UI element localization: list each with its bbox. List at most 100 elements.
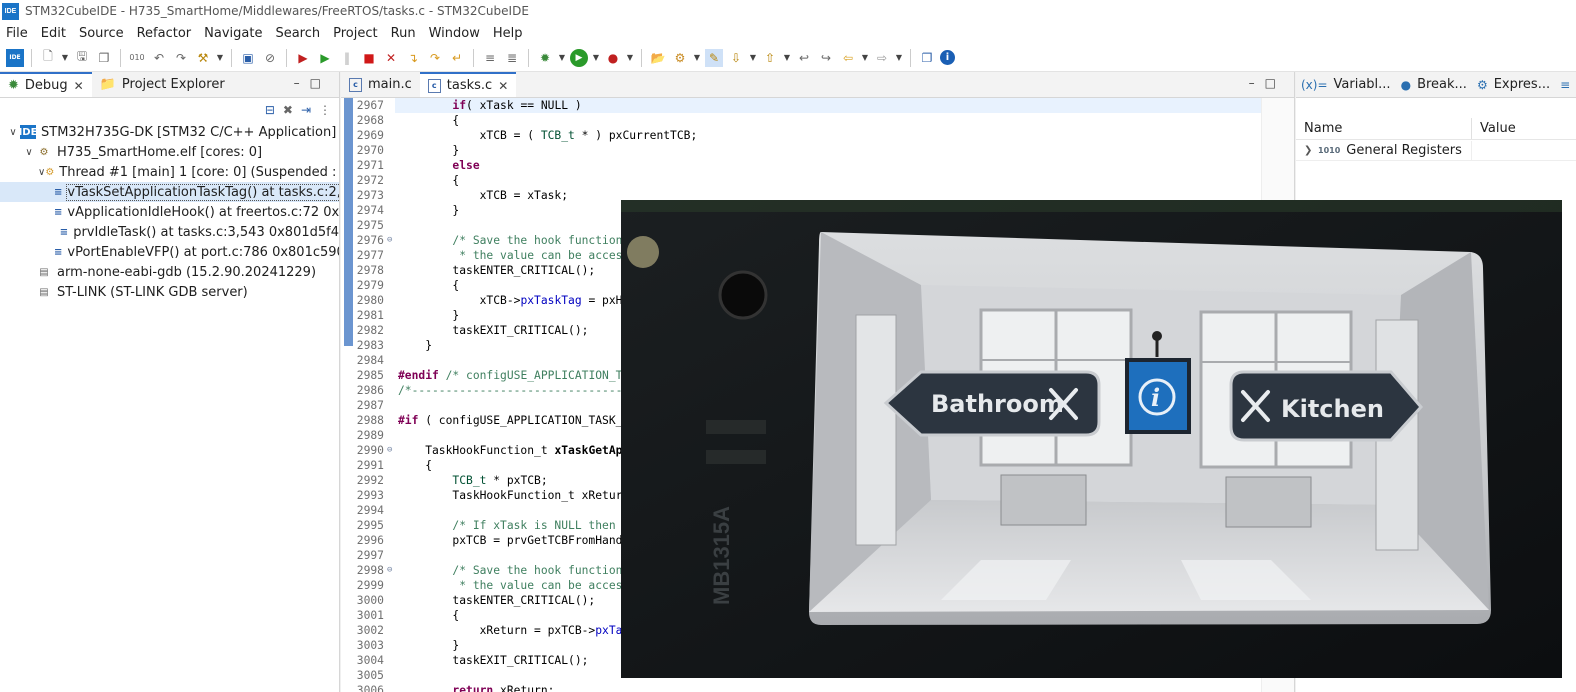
open-perspective-icon[interactable]: ❐	[918, 49, 936, 67]
step-filters-icon[interactable]: ≣	[503, 49, 521, 67]
tree-item[interactable]: ∨ IDE STM32H735G-DK [STM32 C/C++ Applicati…	[0, 122, 339, 142]
code-line[interactable]: 3006 return xReturn;	[341, 683, 1262, 692]
menu-source[interactable]: Source	[79, 26, 124, 41]
menu-bar: File Edit Source Refactor Navigate Search Proj…	[0, 22, 1576, 44]
debug-icon[interactable]: ✹	[536, 49, 554, 67]
tab-tasks-c[interactable]: c tasks.c ✕	[419, 72, 517, 97]
tab-main-c[interactable]: c main.c	[341, 72, 420, 97]
code-line[interactable]: 2970 }	[341, 143, 1262, 158]
terminate-icon[interactable]: ■	[360, 49, 378, 67]
disconnect-icon[interactable]: ✕	[382, 49, 400, 67]
dropdown-arrow-icon[interactable]: ▼	[592, 49, 600, 67]
chevron-right-icon[interactable]: ❯	[1304, 145, 1318, 156]
dropdown-arrow-icon[interactable]: ▼	[749, 49, 757, 67]
step-over-icon[interactable]: ↷	[426, 49, 444, 67]
fold-icon[interactable]: ⊖	[387, 443, 395, 458]
menu-search[interactable]: Search	[275, 26, 320, 41]
collapse-all-icon[interactable]: ⊟	[265, 103, 275, 117]
next-annotation-icon[interactable]: ⇩	[727, 49, 745, 67]
remove-terminated-icon[interactable]: ✖	[283, 103, 293, 117]
forward-edit-icon[interactable]: ↪	[817, 49, 835, 67]
dropdown-arrow-icon[interactable]: ▼	[61, 49, 69, 67]
close-icon[interactable]: ✕	[498, 79, 508, 93]
tab-breakpoints[interactable]: ● Break...	[1396, 72, 1472, 97]
tree-item[interactable]: ∨ ⚙ Thread #1 [main] 1 [core: 0] (Suspende…	[0, 162, 339, 182]
external-tools-icon[interactable]: ●	[604, 49, 622, 67]
ide-icon[interactable]: IDE	[6, 48, 24, 67]
close-icon[interactable]: ✕	[74, 79, 84, 93]
tab-disassembly[interactable]: ≡ Di	[1555, 72, 1576, 97]
info-icon[interactable]: i	[940, 50, 955, 65]
new-icon[interactable]: 🗋	[39, 49, 57, 67]
save-all-icon[interactable]: ❐	[95, 49, 113, 67]
tab-expressions[interactable]: ⚙ Expres...	[1472, 72, 1555, 97]
stack-frame-icon: ≡	[59, 226, 69, 238]
line-number: 2986	[356, 384, 384, 397]
disassembly-icon: ≡	[1560, 77, 1571, 92]
save-icon[interactable]: 🖫	[73, 49, 91, 67]
instruction-step-icon[interactable]: ≡	[481, 49, 499, 67]
skip-breakpoints-icon[interactable]: ⊘	[261, 49, 279, 67]
fold-icon[interactable]: ⊖	[387, 563, 395, 578]
step-mode-icon[interactable]: ⇥	[301, 103, 311, 117]
menu-project[interactable]: Project	[333, 26, 377, 41]
chevron-down-icon[interactable]: ∨	[38, 167, 45, 178]
tab-variables[interactable]: (x)= Variabl...	[1296, 72, 1396, 97]
table-row[interactable]: ❯ 1010 General Registers	[1296, 141, 1576, 161]
suspend-icon[interactable]: ‖	[338, 49, 356, 67]
code-line[interactable]: 2968 {	[341, 113, 1262, 128]
menu-navigate[interactable]: Navigate	[204, 26, 262, 41]
code-line[interactable]: 2969 xTCB = ( TCB_t * ) pxCurrentTCB;	[341, 128, 1262, 143]
menu-run[interactable]: Run	[391, 26, 416, 41]
tree-item[interactable]: ≡ prvIdleTask() at tasks.c:3,543 0x801d5f…	[0, 222, 339, 242]
code-line[interactable]: 2971 else	[341, 158, 1262, 173]
menu-window[interactable]: Window	[429, 26, 480, 41]
binary-icon[interactable]: 010	[128, 49, 146, 67]
dropdown-arrow-icon[interactable]: ▼	[626, 49, 634, 67]
dropdown-arrow-icon[interactable]: ▼	[693, 49, 701, 67]
undo-icon[interactable]: ↶	[150, 49, 168, 67]
dropdown-arrow-icon[interactable]: ▼	[783, 49, 791, 67]
step-return-icon[interactable]: ↵	[448, 49, 466, 67]
code-line[interactable]: 2967 if( xTask == NULL )	[341, 98, 1262, 113]
tree-item[interactable]: ≡ vApplicationIdleHook() at freertos.c:72…	[0, 202, 339, 222]
back-icon[interactable]: ⇦	[839, 49, 857, 67]
tree-item[interactable]: ▤ ST-LINK (ST-LINK GDB server)	[0, 282, 339, 302]
redo-icon[interactable]: ↷	[172, 49, 190, 67]
menu-edit[interactable]: Edit	[41, 26, 66, 41]
last-edit-icon[interactable]: ↩	[795, 49, 813, 67]
c-file-icon: c	[427, 78, 441, 93]
dropdown-arrow-icon[interactable]: ▼	[558, 49, 566, 67]
resume-icon[interactable]: ▶	[316, 49, 334, 67]
column-value[interactable]: Value	[1472, 118, 1576, 139]
menu-refactor[interactable]: Refactor	[137, 26, 192, 41]
view-minmax-controls[interactable]: –□	[294, 76, 331, 90]
open-type-icon[interactable]: 📂	[649, 49, 667, 67]
dropdown-arrow-icon[interactable]: ▼	[895, 49, 903, 67]
step-into-icon[interactable]: ↴	[404, 49, 422, 67]
tree-item[interactable]: ▤ arm-none-eabi-gdb (15.2.90.20241229)	[0, 262, 339, 282]
toggle-mark-icon[interactable]: ✎	[705, 48, 723, 67]
tree-item[interactable]: ∨ ⚙ H735_SmartHome.elf [cores: 0]	[0, 142, 339, 162]
tree-item[interactable]: ≡ vPortEnableVFP() at port.c:786 0x801c59…	[0, 242, 339, 262]
fold-icon[interactable]: ⊖	[387, 233, 395, 248]
build-icon[interactable]: ⚒	[194, 49, 212, 67]
editor-minmax-controls[interactable]: –□	[1249, 76, 1286, 90]
tab-project-explorer[interactable]: 📁 Project Explorer	[92, 72, 233, 97]
dropdown-arrow-icon[interactable]: ▼	[216, 49, 224, 67]
terminal-icon[interactable]: ▣	[239, 49, 257, 67]
chevron-down-icon[interactable]: ∨	[22, 147, 36, 158]
view-menu-icon[interactable]: ⋮	[319, 103, 331, 117]
menu-file[interactable]: File	[6, 26, 28, 41]
run-icon[interactable]: ▶	[570, 48, 588, 67]
code-line[interactable]: 2972 {	[341, 173, 1262, 188]
search-icon[interactable]: ⚙	[671, 49, 689, 67]
relaunch-icon[interactable]: ▶	[294, 49, 312, 67]
tab-debug[interactable]: ✹ Debug ✕	[0, 72, 92, 97]
dropdown-arrow-icon[interactable]: ▼	[861, 49, 869, 67]
forward-icon[interactable]: ⇨	[873, 49, 891, 67]
menu-help[interactable]: Help	[493, 26, 523, 41]
column-name[interactable]: Name	[1296, 118, 1472, 139]
previous-annotation-icon[interactable]: ⇧	[761, 49, 779, 67]
tree-item[interactable]: ≡ vTaskSetApplicationTaskTag() at tasks.c…	[0, 182, 339, 202]
